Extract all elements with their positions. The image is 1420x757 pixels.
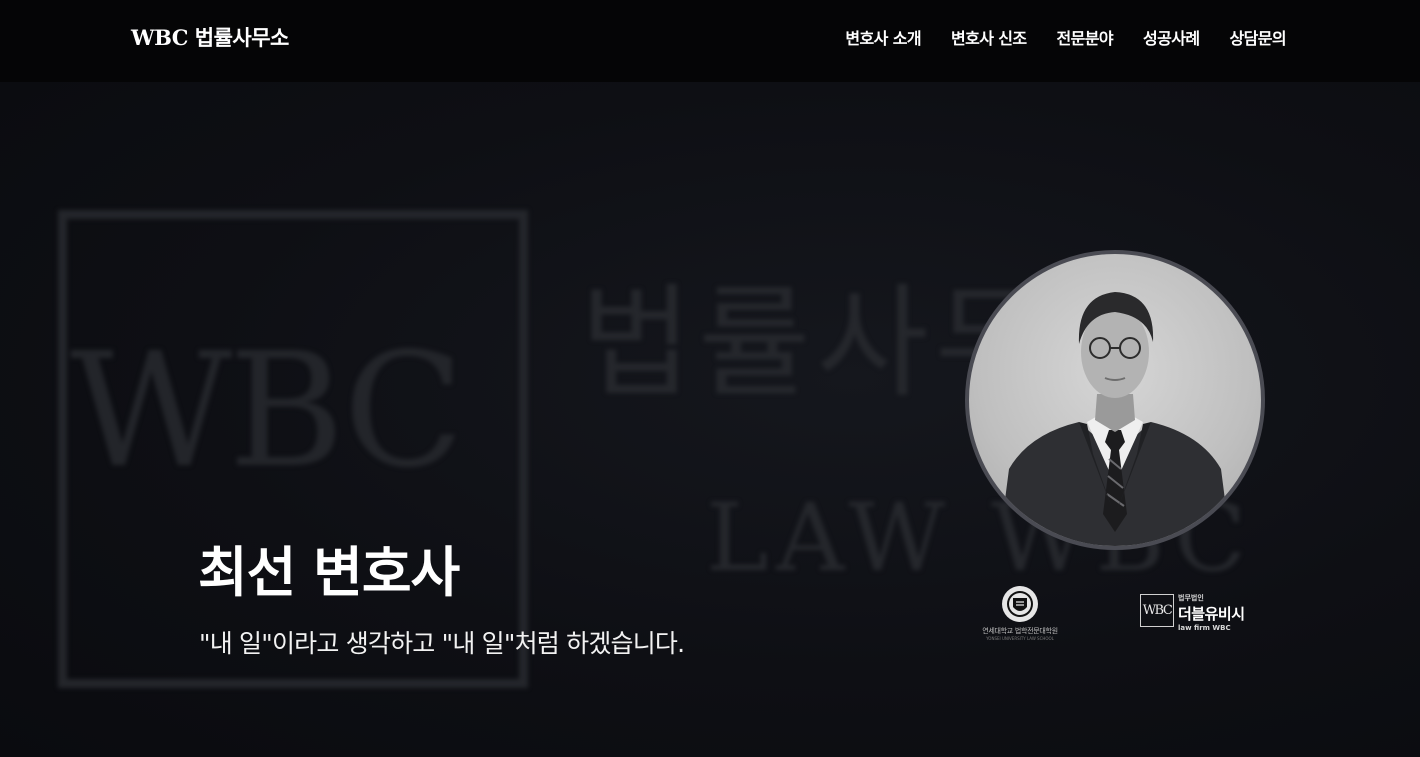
- nav-item-success-cases[interactable]: 성공사례: [1143, 25, 1200, 49]
- nav-item-lawyer-intro[interactable]: 변호사 소개: [845, 25, 921, 49]
- lawyer-portrait: [965, 250, 1265, 550]
- brand-logo[interactable]: WBC 법률사무소: [131, 22, 289, 52]
- yonsei-law-school-logo: 연세대학교 법학전문대학원 YONSEI UNIVERSITY LAW SCHO…: [972, 585, 1068, 645]
- main-nav: 변호사 소개 변호사 신조 전문분야 성공사례 상담문의: [845, 25, 1286, 49]
- hero-title: 최선 변호사: [198, 541, 460, 604]
- hero-subtitle: "내 일"이라고 생각하고 "내 일"처럼 하겠습니다.: [199, 629, 685, 658]
- university-seal-icon: [1002, 586, 1038, 622]
- yonsei-name-english: YONSEI UNIVERSITY LAW SCHOOL: [986, 636, 1054, 641]
- wbc-firm-name: 더블유비시: [1178, 605, 1245, 623]
- nav-item-consultation[interactable]: 상담문의: [1230, 25, 1287, 49]
- yonsei-name-korean: 연세대학교 법학전문대학원: [982, 627, 1058, 635]
- watermark-letters: WBC: [70, 319, 464, 503]
- wbc-firm-type: 법무법인: [1178, 594, 1204, 602]
- landing-page: WBC 법률사무소 LAW WBC WBC 법률사무소 변호사 소개 변호사 신…: [0, 0, 1420, 757]
- nav-item-practice-areas[interactable]: 전문분야: [1057, 25, 1114, 49]
- wbc-firm-english: law firm WBC: [1178, 624, 1231, 632]
- wbc-law-firm-logo: WBC 법무법인 더블유비시 law firm WBC: [1140, 593, 1260, 637]
- portrait-illustration: [999, 292, 1231, 546]
- site-header: WBC 법률사무소 변호사 소개 변호사 신조 전문분야 성공사례 상담문의: [0, 0, 1420, 82]
- nav-item-lawyer-creed[interactable]: 변호사 신조: [951, 25, 1027, 49]
- wbc-mark-icon: WBC: [1140, 594, 1174, 627]
